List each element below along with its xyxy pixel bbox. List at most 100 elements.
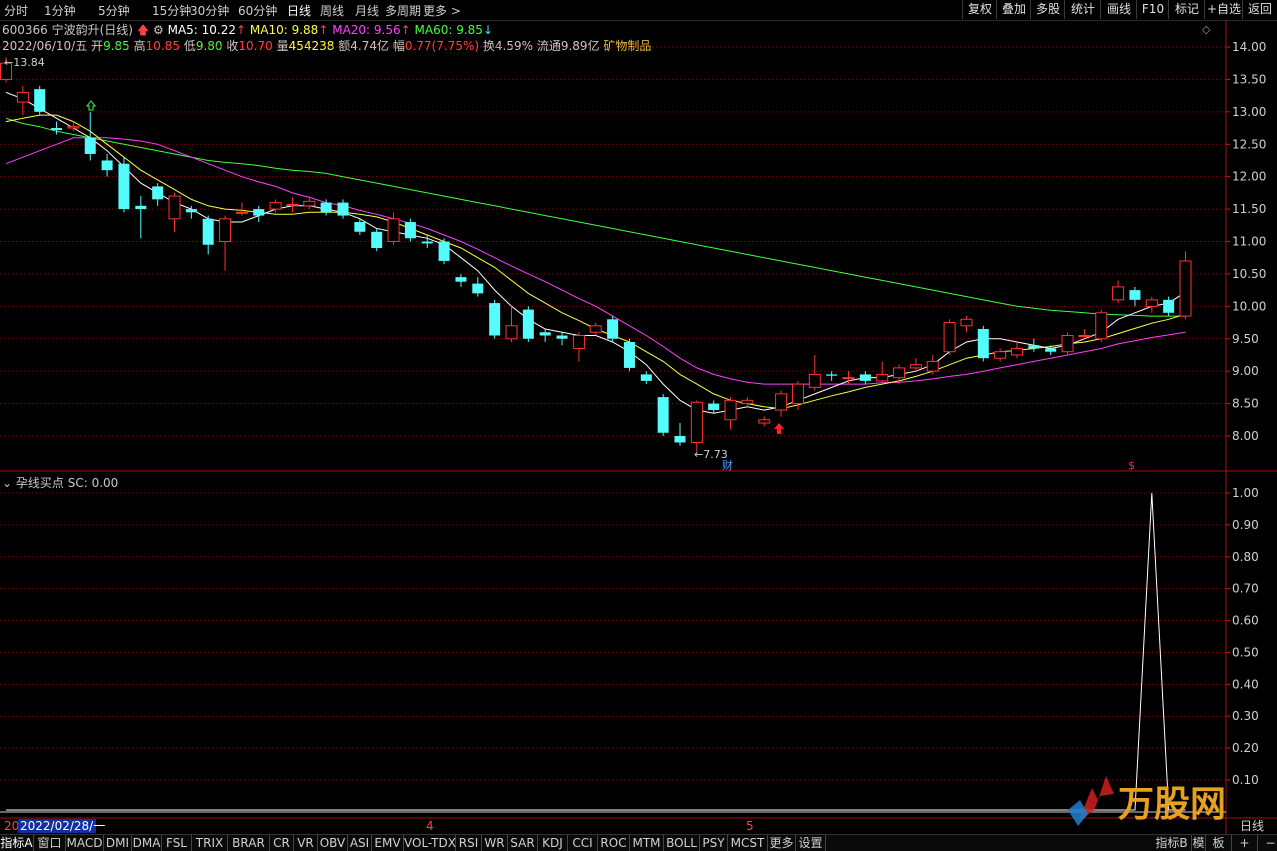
finance-marker[interactable]: 财 — [722, 458, 733, 472]
tab-窗口[interactable]: 窗口 — [34, 835, 66, 851]
candle[interactable] — [387, 212, 400, 245]
candle[interactable] — [674, 423, 686, 446]
candle[interactable] — [404, 218, 416, 242]
right-tab-1[interactable]: 模 — [1192, 835, 1206, 851]
diamond-icon[interactable]: ◇ — [1202, 23, 1211, 36]
candle[interactable] — [51, 121, 63, 135]
candle[interactable] — [826, 371, 838, 381]
right-tab-4[interactable]: − — [1258, 835, 1277, 851]
candle[interactable] — [135, 196, 147, 239]
candle-body — [269, 202, 282, 210]
tab-cr[interactable]: CR — [270, 835, 294, 851]
candle[interactable] — [724, 397, 737, 430]
candle[interactable] — [202, 215, 214, 255]
tab-mcst[interactable]: MCST — [728, 835, 768, 851]
candle[interactable] — [607, 316, 619, 342]
tab-kdj[interactable]: KDJ — [538, 835, 568, 851]
tab-brar[interactable]: BRAR — [228, 835, 270, 851]
candle-body — [741, 399, 754, 405]
candle[interactable] — [16, 85, 29, 116]
tab-dma[interactable]: DMA — [132, 835, 162, 851]
right-tab-2[interactable]: 板 — [1206, 835, 1232, 851]
tab-roc[interactable]: ROC — [598, 835, 630, 851]
candle[interactable] — [859, 371, 871, 385]
candle[interactable] — [539, 329, 551, 342]
candle[interactable] — [168, 192, 181, 232]
candle[interactable] — [589, 322, 602, 336]
candle[interactable] — [1163, 296, 1175, 317]
collapse-icon[interactable]: ⌄ — [2, 476, 12, 490]
candle[interactable] — [489, 299, 501, 339]
candle[interactable] — [1095, 309, 1108, 342]
right-tab-3[interactable]: + — [1232, 835, 1258, 851]
candle[interactable] — [505, 306, 518, 342]
candle[interactable] — [101, 153, 113, 177]
candle[interactable] — [337, 199, 349, 219]
tab-rsi[interactable]: RSI — [456, 835, 482, 851]
candle[interactable] — [943, 319, 956, 355]
tab-dmi[interactable]: DMI — [104, 835, 132, 851]
candle-body — [977, 329, 989, 359]
candle-body — [724, 399, 737, 421]
tab-wr[interactable]: WR — [482, 835, 508, 851]
candle[interactable] — [438, 238, 450, 265]
candle[interactable] — [455, 273, 467, 287]
tab-obv[interactable]: OBV — [318, 835, 348, 851]
dollar-marker[interactable]: $ — [1128, 459, 1135, 472]
candle[interactable] — [808, 354, 821, 391]
candle[interactable] — [640, 371, 652, 385]
candle[interactable] — [253, 205, 265, 223]
candle[interactable] — [758, 416, 771, 427]
tab-trix[interactable]: TRIX — [192, 835, 228, 851]
tab-fsl[interactable]: FSL — [162, 835, 192, 851]
tab-asi[interactable]: ASI — [348, 835, 372, 851]
right-tab-0[interactable]: 指标B — [1152, 835, 1192, 851]
candle[interactable] — [34, 85, 46, 116]
candle[interactable] — [926, 354, 939, 375]
candle[interactable] — [371, 228, 383, 252]
candle[interactable] — [690, 400, 703, 454]
candle[interactable] — [1011, 341, 1023, 359]
candle[interactable] — [286, 197, 299, 213]
tab-emv[interactable]: EMV — [372, 835, 404, 851]
tab-设置[interactable]: 设置 — [796, 835, 826, 851]
candle[interactable] — [118, 157, 130, 213]
candle[interactable] — [977, 325, 989, 362]
candle[interactable] — [84, 111, 96, 161]
tab-cci[interactable]: CCI — [568, 835, 598, 851]
candle[interactable] — [960, 316, 973, 333]
indicator-tabs: 指标A 窗口 MACD DMI DMA FSL TRIX BRAR CR VR OBV ASI EMV V… — [0, 834, 1277, 851]
candle[interactable] — [1112, 280, 1125, 304]
candle[interactable] — [152, 183, 164, 206]
tab-psy[interactable]: PSY — [700, 835, 728, 851]
candle[interactable] — [775, 390, 788, 417]
candle[interactable] — [556, 332, 568, 346]
candle[interactable] — [1179, 251, 1192, 320]
kline-chart[interactable]: 14.00 13.50 13.00 12.50 12.00 11.50 11.00 10.50… — [0, 0, 1277, 850]
candle[interactable] — [219, 215, 232, 271]
tab-sar[interactable]: SAR — [508, 835, 538, 851]
tab-boll[interactable]: BOLL — [664, 835, 700, 851]
candle[interactable] — [572, 332, 585, 362]
candle[interactable] — [1145, 296, 1158, 313]
candle[interactable] — [522, 306, 534, 342]
tab-vr[interactable]: VR — [294, 835, 318, 851]
candle[interactable] — [1129, 286, 1141, 307]
candle-body — [640, 374, 652, 381]
candle[interactable] — [623, 338, 635, 372]
candle[interactable] — [235, 202, 248, 216]
tab-macd[interactable]: MACD — [66, 835, 104, 851]
tab-vol-tdx[interactable]: VOL-TDX — [404, 835, 456, 851]
tab-更多[interactable]: 更多 — [768, 835, 796, 851]
candle[interactable] — [741, 397, 754, 407]
tab-指标a[interactable]: 指标A — [0, 835, 34, 851]
candle[interactable] — [1028, 338, 1040, 352]
candle[interactable] — [657, 393, 669, 436]
tab-mtm[interactable]: MTM — [630, 835, 664, 851]
candle[interactable] — [708, 400, 720, 414]
candle[interactable] — [876, 361, 889, 385]
candle[interactable] — [1061, 332, 1074, 355]
candle[interactable] — [994, 348, 1007, 362]
candle[interactable] — [472, 277, 484, 297]
price-tick-label: 11.00 — [1232, 235, 1266, 249]
